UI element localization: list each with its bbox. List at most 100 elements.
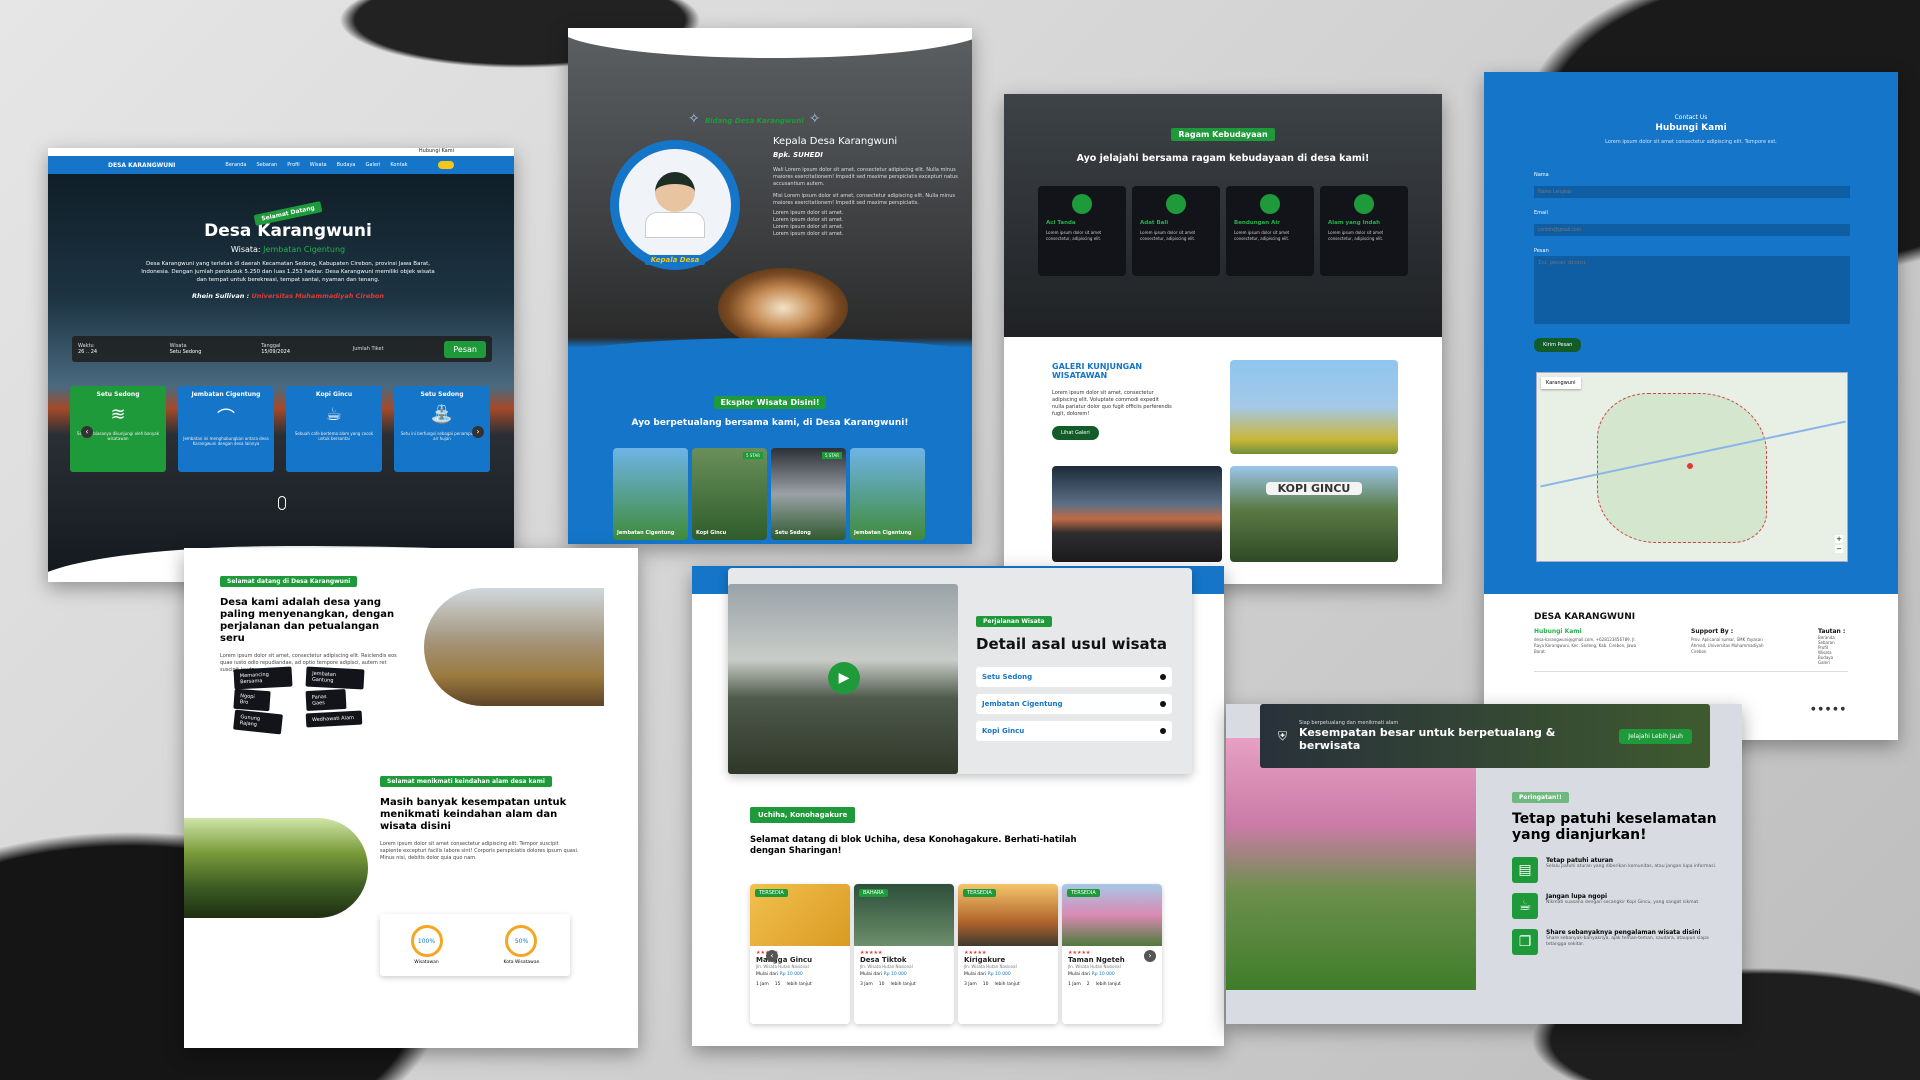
activity-chip[interactable]: Ngopi Bro (233, 688, 271, 712)
scroll-mouse-icon (278, 496, 286, 510)
cta-button[interactable]: Jelajahi Lebih Jauh (1619, 728, 1692, 744)
dest-info-link[interactable]: lebih lanjut (891, 982, 916, 987)
thumb-card[interactable]: 5 STAR Kopi Gincu (692, 448, 767, 540)
area-tag: Uchiha, Konohagakure (750, 807, 856, 823)
thumb-label: Kopi Gincu (696, 530, 727, 536)
budaya-card[interactable]: Adat Bali Lorem ipsum dolor sit amet con… (1132, 186, 1220, 276)
stat2-label: Kota Wisatawan (503, 960, 540, 965)
list-prev-button[interactable]: ‹ (766, 950, 778, 962)
nav-item[interactable]: Budaya (337, 162, 356, 168)
budaya-card-title: Aci Tanda (1046, 220, 1076, 226)
list-next-button[interactable]: › (1144, 950, 1156, 962)
welcome-intro: Selamat datang di Desa Karangwuni Desa k… (220, 568, 400, 674)
portrait-ring: Kepala Desa (610, 140, 740, 270)
nav-item[interactable]: Kontak (390, 162, 407, 168)
destination-card[interactable]: TERSEDIA ★★★★★ Mangga Gincu Jln. Wisata … (750, 884, 850, 1024)
thumb-card[interactable]: 5 STAR Setu Sedong (771, 448, 846, 540)
tanggal-field[interactable]: Tanggal 15/09/2024 (261, 343, 347, 355)
nav-item[interactable]: Galeri (366, 162, 381, 168)
hero-subtitle: Wisata: Jembatan Cigentung (138, 245, 438, 254)
carousel-prev-button[interactable]: ‹ (81, 426, 93, 438)
hero-card-text: Sebuah cafe bertema alam yang cocok untu… (294, 431, 374, 441)
activity-chip[interactable]: Gunung Rajang (233, 709, 283, 735)
nav-item[interactable]: Beranda (225, 162, 246, 168)
zoom-out-button[interactable]: − (1835, 545, 1843, 553)
official-uniform (645, 212, 705, 238)
dest-info-link[interactable]: lebih lanjut (995, 982, 1020, 987)
name-field[interactable] (1534, 186, 1850, 198)
accordion-item[interactable]: Jembatan Cigentung (976, 694, 1172, 714)
carousel-next-button[interactable]: › (472, 426, 484, 438)
wisata-select[interactable]: Wisata Setu Sedong (170, 343, 256, 355)
explore-thumbs: Jembatan Cigentung 5 STAR Kopi Gincu 5 S… (613, 448, 925, 540)
footer-col1-text: desa-karangwuni@gmail.com, +628123456789… (1534, 637, 1637, 654)
tiket-field[interactable]: Jumlah Tiket (353, 346, 439, 352)
footer-link[interactable]: Galeri (1818, 660, 1848, 665)
hero-title: Desa Karangwuni (204, 221, 372, 241)
budaya-card[interactable]: Aci Tanda Lorem ipsum dolor sit amet con… (1038, 186, 1126, 276)
temple-icon (1166, 194, 1186, 214)
pesan-label: Pesan (1534, 248, 1549, 254)
destination-card[interactable]: BAHARA ★★★★★ Desa Tiktok Jln. Wisata Hut… (854, 884, 954, 1024)
stat1-ring: 100% (410, 925, 443, 957)
budaya-card[interactable]: Bendungan Air Lorem ipsum dolor sit amet… (1226, 186, 1314, 276)
accordion-item[interactable]: Setu Sedong (976, 667, 1172, 687)
area-title: Selamat datang di blok Uchiha, desa Kono… (750, 835, 1077, 856)
safety-tag: Peringatan!! (1512, 792, 1569, 803)
dest-name: Taman Ngeteh (1068, 956, 1125, 964)
list-item: Lorem ipsum dolor sit amet. (773, 224, 844, 230)
pesan-button[interactable]: Pesan (444, 340, 486, 358)
credit-highlight: Universitas Muhammadiyah Cirebon (251, 292, 385, 300)
activity-chip[interactable]: Memancing Bersama (233, 666, 293, 690)
nav-item[interactable]: Profil (287, 162, 299, 168)
submit-button[interactable]: Kirim Pesan (1534, 338, 1582, 352)
video-thumbnail[interactable]: ▶ (728, 584, 958, 774)
price-prefix: Mulai dari (756, 972, 779, 977)
footer-social-icons[interactable]: ●●●●● (1811, 706, 1848, 712)
gallery-button[interactable]: Lihat Galeri (1052, 426, 1099, 440)
safety-item-text: Nikmati suasana dengan secangkir Kopi Gi… (1546, 900, 1700, 905)
safety-title: Tetap patuhi keselamatan yang dianjurkan… (1512, 811, 1717, 843)
accordion-item[interactable]: Kopi Gincu (976, 721, 1172, 741)
thumb-card[interactable]: Jembatan Cigentung (850, 448, 925, 540)
map[interactable]: Karangwuni + − (1536, 372, 1848, 562)
map-pin-icon (1687, 463, 1693, 469)
dest-info-link[interactable]: lebih lanjut (787, 982, 812, 987)
nav-item[interactable]: Wisata (310, 162, 327, 168)
destination-card[interactable]: TERSEDIA ★★★★★ Kirigakure Jln. Wisata Hu… (958, 884, 1058, 1024)
wisata-value: Setu Sedong (169, 349, 202, 355)
waktu-field[interactable]: Waktu 26 .. 24 (78, 343, 164, 355)
kopi-sign: KOPI GINCU (1266, 482, 1362, 495)
email-field[interactable] (1534, 224, 1850, 236)
coffee-icon: ☕ (325, 404, 343, 425)
hero-card[interactable]: Kopi Gincu ☕ Sebuah cafe bertema alam ya… (286, 386, 382, 472)
budaya-card[interactable]: Alam yang Indah Lorem ipsum dolor sit am… (1320, 186, 1408, 276)
thumb-card[interactable]: Jembatan Cigentung (613, 448, 688, 540)
kepala-panel: ✧ Bidang Desa Karangwuni ✧ Kepala Desa K… (568, 28, 972, 544)
footer-col-contact: Hubungi Kami desa-karangwuni@gmail.com, … (1534, 628, 1644, 665)
thumb-tag: 5 STAR (821, 452, 842, 459)
play-button[interactable]: ▶ (828, 662, 860, 694)
nav-brand[interactable]: DESA KARANGWUNI (108, 162, 175, 169)
safety-item: ▤ Tetap patuhi aturan Selalu patuhi atura… (1512, 857, 1722, 883)
share-icon: ❐ (1512, 929, 1538, 955)
dest-price: Rp 10.000 (883, 972, 907, 977)
detail-panel: ▶ Perjalanan Wisata Detail asal usul wis… (692, 566, 1224, 1046)
water-icon: ≋ (110, 404, 126, 425)
activity-chip[interactable]: Jembatan Gantung (305, 666, 365, 690)
cta-title: Kesempatan besar untuk berpetualang & be… (1299, 726, 1556, 752)
topbar-contact-link[interactable]: Hubungi Kami (419, 148, 454, 154)
activity-chip[interactable]: Panas Gaes (305, 688, 347, 712)
hero-card[interactable]: Jembatan Cigentung ⌒ Jembatan ini menghu… (178, 386, 274, 472)
nav-item[interactable]: Sebaran (256, 162, 277, 168)
budaya-card-title: Bendungan Air (1234, 220, 1280, 226)
activity-chip[interactable]: Wedhawati Alam (305, 710, 363, 728)
message-field[interactable] (1534, 256, 1850, 324)
kepala-name: Bpk. SUHEDI (773, 151, 823, 159)
zoom-in-button[interactable]: + (1835, 535, 1843, 543)
dest-info-link[interactable]: lebih lanjut (1096, 982, 1121, 987)
toggle-switch[interactable] (437, 161, 454, 169)
dest-tag: TERSEDIA (963, 889, 996, 897)
rules-icon: ▤ (1512, 857, 1538, 883)
dest-name: Kirigakure (964, 956, 1006, 964)
